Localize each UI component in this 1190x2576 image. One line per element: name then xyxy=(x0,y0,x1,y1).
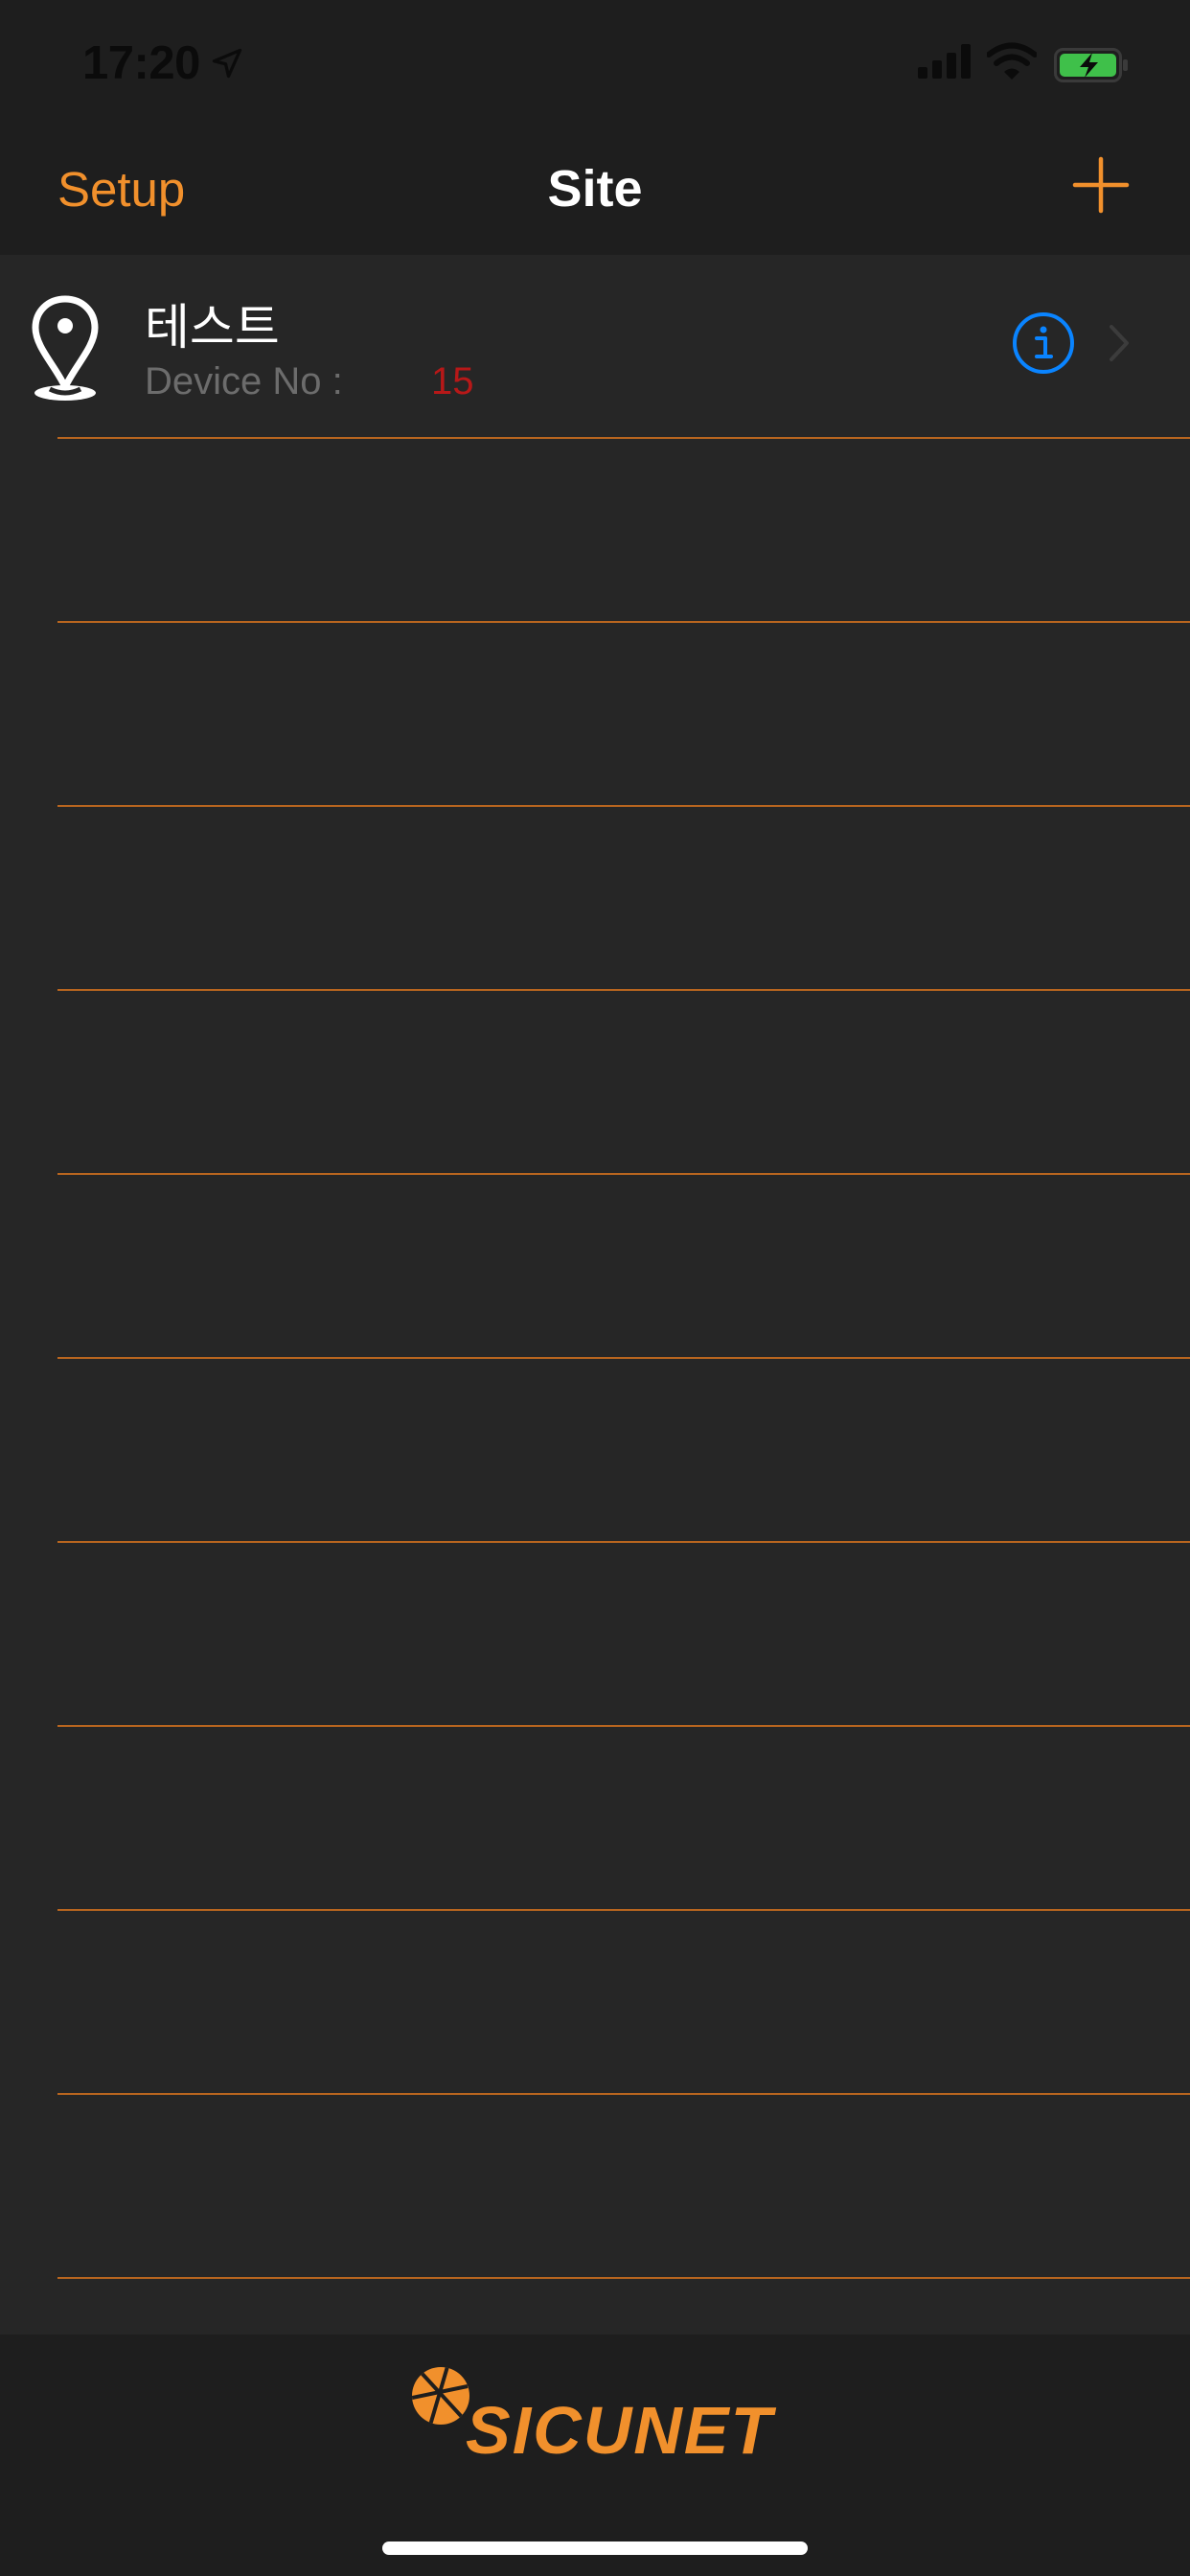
status-bar: 17:20 xyxy=(0,0,1190,126)
site-name: 테스트 xyxy=(145,300,280,356)
brand-wordmark: SICUNET xyxy=(466,2393,776,2468)
empty-row xyxy=(0,1175,1190,1359)
empty-row xyxy=(0,2095,1190,2279)
chevron-right-icon xyxy=(1110,325,1129,361)
empty-row xyxy=(0,991,1190,1175)
status-time: 17:20 xyxy=(82,37,200,89)
add-site-button[interactable] xyxy=(1071,155,1131,215)
map-pin-icon xyxy=(32,295,99,401)
device-number-label: Device No : xyxy=(145,360,343,402)
battery-charging-icon xyxy=(1054,48,1128,82)
navigation-bar: Setup Site xyxy=(0,126,1190,255)
plus-icon xyxy=(1072,156,1130,214)
site-row[interactable]: 테스트 Device No : 15 xyxy=(0,255,1190,439)
cellular-signal-icon xyxy=(918,44,971,79)
home-indicator[interactable] xyxy=(382,2542,808,2555)
empty-row xyxy=(0,623,1190,807)
empty-row xyxy=(0,1911,1190,2095)
empty-row xyxy=(0,1359,1190,1543)
footer: SICUNET xyxy=(0,2334,1190,2576)
ball-mark-icon xyxy=(412,2367,469,2425)
location-arrow-icon xyxy=(212,48,241,79)
wifi-icon xyxy=(987,42,1037,80)
empty-row xyxy=(0,439,1190,623)
sicunet-logo: SICUNET xyxy=(412,2367,776,2468)
row-separator xyxy=(57,2277,1190,2279)
info-icon[interactable] xyxy=(1011,310,1076,376)
page-title: Site xyxy=(547,160,643,218)
status-time-group: 17:20 xyxy=(82,34,244,92)
site-screen: 17:20 Setup Site 테스트 Device No: 15 SICU… xyxy=(0,0,1190,2576)
empty-row xyxy=(0,1543,1190,1727)
device-count: 15 xyxy=(431,360,474,402)
empty-row xyxy=(0,1727,1190,1911)
site-list: 테스트 Device No : 15 xyxy=(0,255,1190,2334)
empty-row xyxy=(0,807,1190,991)
